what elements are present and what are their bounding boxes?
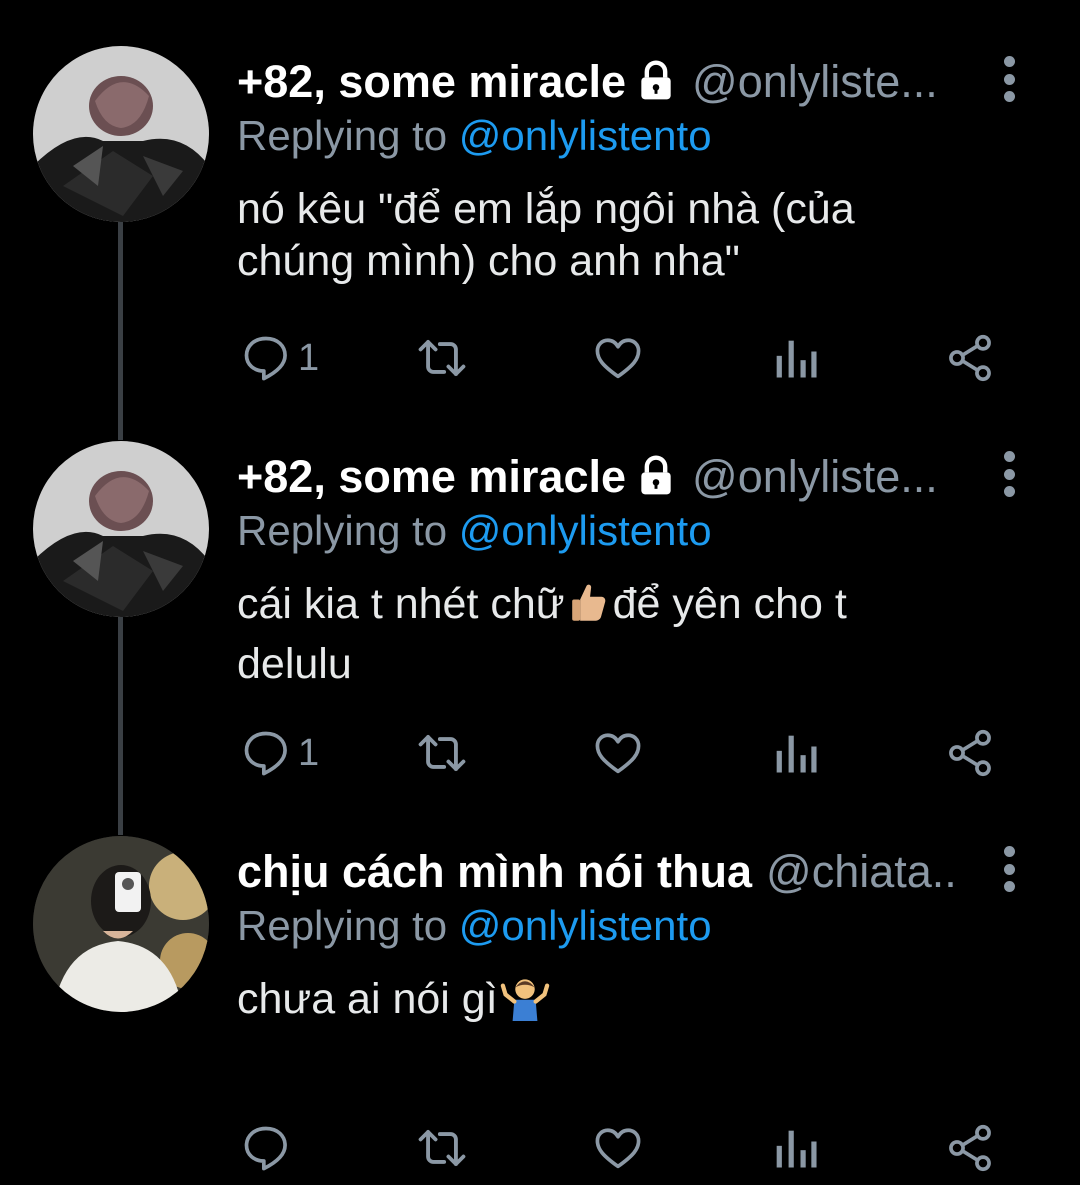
analytics-button[interactable] (770, 725, 818, 781)
replying-to: Replying to @onlylistento (237, 112, 712, 159)
lock-icon (634, 59, 678, 110)
share-button[interactable] (942, 725, 998, 781)
share-icon (949, 729, 991, 777)
analytics-button[interactable] (770, 1120, 818, 1176)
analytics-icon (776, 340, 817, 378)
display-name[interactable]: +82, some miracle (237, 451, 626, 502)
like-icon (595, 338, 641, 379)
tweet-text: nó kêu "để em lắp ngôi nhà (của chúng mì… (237, 185, 855, 285)
tweet[interactable]: +82, some miracle @onlyliste... Replying … (0, 0, 1080, 395)
user-handle[interactable]: @onlyliste... (692, 56, 938, 107)
retweet-button[interactable] (412, 725, 472, 781)
tweet[interactable]: +82, some miracle @onlyliste... Replying … (0, 395, 1080, 790)
retweet-button[interactable] (412, 330, 472, 386)
like-button[interactable] (592, 725, 644, 781)
reply-icon (244, 1126, 287, 1171)
reply-button[interactable] (240, 1120, 298, 1176)
more-options-icon[interactable] (996, 56, 1022, 102)
reply-button[interactable]: 1 (240, 330, 319, 386)
like-icon (595, 733, 641, 774)
replying-to: Replying to @onlylistento (237, 902, 712, 949)
tweet-text: chưa ai nói gì (237, 973, 957, 1033)
replying-to-handle[interactable]: @onlylistento (459, 112, 712, 159)
thumbs-up-emoji (567, 580, 611, 638)
avatar[interactable] (33, 441, 209, 617)
tweet[interactable]: chịu cách mình nói thua @chiata... Replyi… (0, 790, 1080, 1185)
retweet-icon (418, 1130, 466, 1166)
tweet-text: cái kia t nhét chữ để yên cho t delulu (237, 580, 847, 688)
action-bar: 1 (0, 725, 1080, 785)
share-button[interactable] (942, 1120, 998, 1176)
user-handle[interactable]: @chiata... (766, 846, 957, 897)
replying-to-handle[interactable]: @onlylistento (459, 902, 712, 949)
like-button[interactable] (592, 1120, 644, 1176)
display-name[interactable]: chịu cách mình nói thua (237, 846, 752, 897)
analytics-icon (776, 1130, 817, 1168)
share-icon (949, 1124, 991, 1172)
action-bar: 1 (0, 330, 1080, 390)
reply-button[interactable]: 1 (240, 725, 319, 781)
retweet-icon (418, 735, 466, 772)
retweet-icon (418, 340, 466, 376)
user-handle[interactable]: @onlyliste... (692, 451, 938, 502)
reply-icon (244, 731, 287, 776)
like-button[interactable] (592, 330, 644, 386)
reply-icon (244, 336, 287, 381)
avatar[interactable] (33, 836, 209, 1012)
more-options-icon[interactable] (996, 451, 1022, 497)
more-options-icon[interactable] (996, 846, 1022, 892)
avatar[interactable] (33, 46, 209, 222)
replying-to: Replying to @onlylistento (237, 507, 712, 554)
share-icon (949, 334, 991, 382)
lock-icon (634, 454, 678, 505)
analytics-button[interactable] (770, 330, 818, 386)
retweet-button[interactable] (412, 1120, 472, 1176)
action-bar (0, 1120, 1080, 1180)
person-shrugging-emoji (500, 975, 550, 1033)
analytics-icon (776, 735, 817, 773)
share-button[interactable] (942, 330, 998, 386)
reply-count: 1 (298, 336, 320, 379)
display-name[interactable]: +82, some miracle (237, 56, 626, 107)
like-icon (595, 1128, 641, 1169)
replying-to-handle[interactable]: @onlylistento (459, 507, 712, 554)
reply-count: 1 (298, 731, 320, 774)
